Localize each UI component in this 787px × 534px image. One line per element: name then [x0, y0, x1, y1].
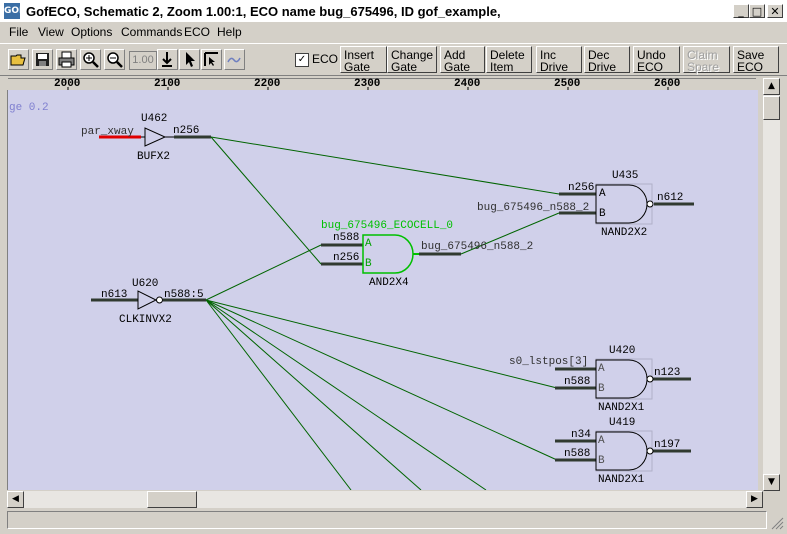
- dec-drive-button[interactable]: Dec Drive: [584, 46, 630, 73]
- page-label: ge 0.2: [9, 102, 49, 114]
- horizontal-scrollbar[interactable]: [7, 491, 763, 508]
- svg-text:U419: U419: [609, 417, 635, 429]
- menu-file[interactable]: File: [9, 25, 28, 39]
- svg-text:n256: n256: [333, 252, 359, 264]
- zoom-out-icon[interactable]: [104, 49, 125, 70]
- scroll-up-button[interactable]: ▲: [763, 78, 780, 95]
- schematic-canvas[interactable]: ge 0.2 U462 BUFX2 par_xway n256 U620 CLK…: [7, 90, 758, 490]
- scroll-right-button[interactable]: ▶: [746, 491, 763, 508]
- svg-text:n34: n34: [571, 429, 591, 441]
- svg-text:CLKINVX2: CLKINVX2: [119, 314, 172, 326]
- change-gate-button[interactable]: Change Gate: [387, 46, 437, 73]
- save-eco-button[interactable]: Save ECO: [733, 46, 779, 73]
- svg-text:s0_lstpos[3]: s0_lstpos[3]: [509, 356, 588, 368]
- title-bar: GOF GofECO, Schematic 2, Zoom 1.00:1, EC…: [0, 0, 787, 23]
- menu-bar: [0, 22, 787, 42]
- add-gate-button[interactable]: Add Gate: [440, 46, 485, 73]
- svg-text:NAND2X2: NAND2X2: [601, 227, 647, 239]
- maximize-button[interactable]: □: [749, 4, 765, 18]
- delete-item-button[interactable]: Delete Item: [486, 46, 532, 73]
- ruler-tick-label: 2100: [154, 78, 181, 90]
- minimize-button[interactable]: _: [733, 4, 749, 18]
- vertical-scrollbar[interactable]: [763, 78, 780, 491]
- svg-text:A: A: [598, 363, 605, 375]
- svg-text:bug_675496_n588_2: bug_675496_n588_2: [421, 241, 533, 253]
- horizontal-scroll-thumb[interactable]: [147, 491, 197, 508]
- menu-help[interactable]: Help: [217, 25, 242, 39]
- undo-eco-button[interactable]: Undo ECO: [633, 46, 680, 73]
- menu-eco[interactable]: ECO: [184, 25, 210, 39]
- resize-grip-icon[interactable]: [770, 516, 784, 530]
- menu-options[interactable]: Options: [71, 25, 112, 39]
- vertical-scroll-thumb[interactable]: [763, 96, 780, 120]
- gate-u620[interactable]: U620 CLKINVX2 n613 n588:5: [101, 278, 204, 326]
- ruler-tick-label: 2500: [554, 78, 581, 90]
- ruler-tick-label: 2600: [654, 78, 681, 90]
- svg-text:n256: n256: [173, 125, 199, 137]
- svg-text:B: B: [599, 208, 606, 220]
- download-icon[interactable]: [157, 49, 178, 70]
- menu-view[interactable]: View: [38, 25, 64, 39]
- ruler-tick-label: 2000: [54, 78, 81, 90]
- gate-u435[interactable]: A B U435 NAND2X2 n256 bug_675496_n588_2 …: [477, 170, 683, 239]
- eco-checkbox-label: ECO: [312, 52, 339, 66]
- ruler-tick-label: 2300: [354, 78, 381, 90]
- window-title: GofECO, Schematic 2, Zoom 1.00:1, ECO na…: [26, 4, 501, 19]
- zoom-in-icon[interactable]: [80, 49, 101, 70]
- pointer-icon[interactable]: [179, 49, 200, 70]
- svg-text:n123: n123: [654, 367, 680, 379]
- svg-text:B: B: [598, 383, 605, 395]
- eco-checkbox[interactable]: ✓: [295, 53, 309, 67]
- svg-text:n256: n256: [568, 182, 594, 194]
- svg-text:U435: U435: [612, 170, 638, 182]
- svg-text:n197: n197: [654, 439, 680, 451]
- svg-text:NAND2X1: NAND2X1: [598, 474, 645, 486]
- svg-text:n588: n588: [564, 376, 590, 388]
- app-icon: GOF: [4, 3, 25, 19]
- status-bar: [7, 511, 767, 529]
- net-wires[interactable]: [205, 136, 560, 490]
- wave-icon[interactable]: [224, 49, 245, 70]
- menu-commands[interactable]: Commands: [121, 25, 182, 39]
- claim-spare-button[interactable]: Claim Spare: [683, 46, 730, 73]
- svg-text:U462: U462: [141, 113, 167, 125]
- svg-text:bug_675496_ECOCELL_0: bug_675496_ECOCELL_0: [321, 220, 453, 232]
- svg-text:bug_675496_n588_2: bug_675496_n588_2: [477, 202, 589, 214]
- save-icon[interactable]: [32, 49, 53, 70]
- svg-text:n588: n588: [333, 232, 359, 244]
- svg-text:B: B: [598, 455, 605, 467]
- ruler-tick-label: 2400: [454, 78, 481, 90]
- svg-text:n613: n613: [101, 289, 127, 301]
- svg-text:NAND2X1: NAND2X1: [598, 402, 645, 414]
- close-button[interactable]: ✕: [767, 4, 783, 18]
- scroll-down-button[interactable]: ▼: [763, 474, 780, 491]
- svg-text:U620: U620: [132, 278, 158, 290]
- ruler-tick-label: 2200: [254, 78, 281, 90]
- svg-text:par_xway: par_xway: [81, 126, 134, 138]
- svg-text:A: A: [598, 435, 605, 447]
- print-icon[interactable]: [56, 49, 77, 70]
- svg-text:A: A: [365, 238, 372, 250]
- svg-text:U420: U420: [609, 345, 635, 357]
- insert-gate-button[interactable]: Insert Gate: [340, 46, 387, 73]
- zoom-level-field[interactable]: 1.00: [129, 51, 157, 70]
- svg-text:n588: n588: [564, 448, 590, 460]
- inc-drive-button[interactable]: Inc Drive: [536, 46, 582, 73]
- svg-text:A: A: [599, 188, 606, 200]
- open-icon[interactable]: [8, 49, 29, 70]
- svg-text:B: B: [365, 258, 372, 270]
- scroll-left-button[interactable]: ◀: [7, 491, 24, 508]
- svg-text:n588:5: n588:5: [164, 289, 204, 301]
- svg-text:BUFX2: BUFX2: [137, 151, 170, 163]
- svg-text:n612: n612: [657, 192, 683, 204]
- select-icon[interactable]: [201, 49, 222, 70]
- svg-text:AND2X4: AND2X4: [369, 277, 409, 289]
